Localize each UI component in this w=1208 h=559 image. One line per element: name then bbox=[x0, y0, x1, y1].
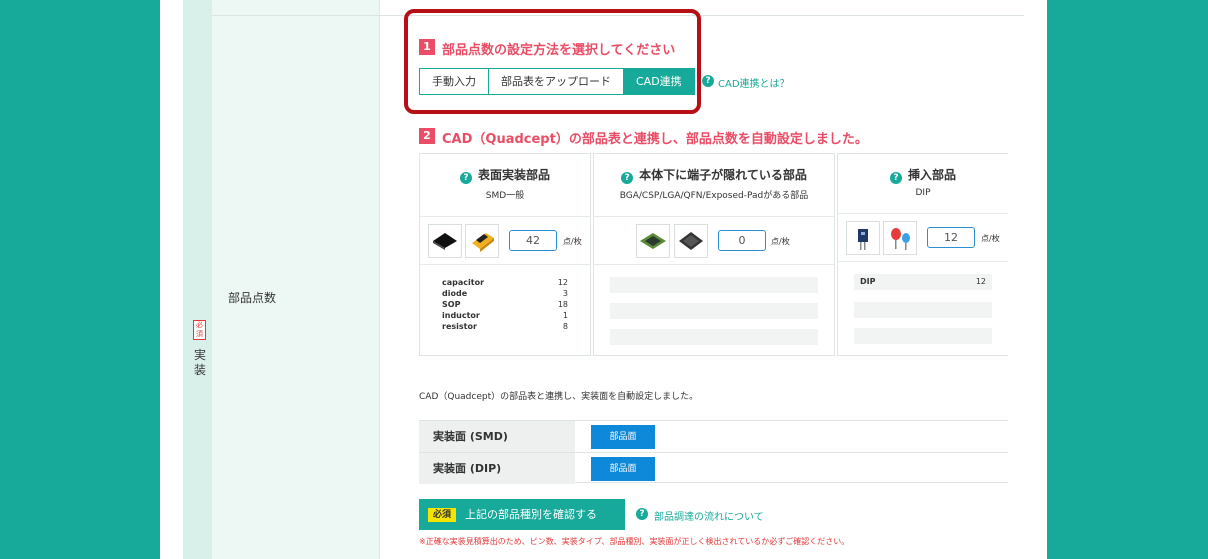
help-icon[interactable]: ? bbox=[621, 172, 634, 184]
auto-setting-note: CAD（Quadcept）の部品表と連携し、実装面を自動設定しました。 bbox=[419, 392, 699, 402]
dip-surface-button[interactable]: 部品面 bbox=[591, 456, 655, 481]
help-icon[interactable]: ? bbox=[889, 172, 902, 184]
category-sub: DIP bbox=[915, 188, 931, 198]
help-icon[interactable]: ? bbox=[636, 508, 648, 520]
parts-count-label: 部品点数 bbox=[228, 291, 277, 305]
mount-label-dip: 実装面 (DIP) bbox=[419, 453, 575, 484]
required-tag: 必須 bbox=[428, 507, 457, 522]
hidden-terminal-count-input[interactable]: 0 bbox=[718, 230, 766, 251]
list-item: capacitor 12 bbox=[442, 278, 568, 287]
category-name: 本体下に端子が隠れている部品 bbox=[639, 168, 807, 182]
procurement-flow-link[interactable]: 部品調達の流れについて bbox=[654, 508, 764, 523]
list-item: resistor 8 bbox=[442, 322, 568, 331]
category-sub: BGA/CSP/LGA/QFN/Exposed-Padがある部品 bbox=[619, 191, 809, 201]
step-2-number: 2 bbox=[419, 128, 435, 144]
confirm-parts-button[interactable]: 必須 上記の部品種別を確認する bbox=[419, 499, 625, 530]
smd-count-input[interactable]: 42 bbox=[509, 230, 557, 251]
category-sub: SMD一般 bbox=[485, 191, 525, 201]
label-column bbox=[212, 0, 380, 559]
dip-count-input[interactable]: 12 bbox=[927, 227, 975, 248]
unit-label: 点/枚 bbox=[771, 237, 790, 246]
category-name: 表面実装部品 bbox=[477, 168, 550, 182]
category-card-dip: ? 挿入部品 DIP 12 点/枚 DIP 12 bbox=[837, 153, 1008, 356]
category-card-hidden-terminal: ? 本体下に端子が隠れている部品 BGA/CSP/LGA/QFN/Exposed-… bbox=[593, 153, 835, 356]
required-column bbox=[183, 0, 212, 559]
cad-link-help[interactable]: CAD連携とは？ bbox=[718, 75, 790, 90]
category-card-smd: ? 表面実装部品 SMD一般 42 点/枚 capacitor 12 diode 3 … bbox=[419, 153, 591, 356]
unit-label: 点/枚 bbox=[981, 234, 1000, 243]
warning-text: ※正確な実装見積算出のため、ピン数、実装タイプ、部品種別、実装面が正しく検出され… bbox=[419, 537, 850, 546]
list-item: SOP 18 bbox=[442, 300, 568, 309]
list-item: inductor 1 bbox=[442, 311, 568, 320]
help-icon[interactable]: ? bbox=[702, 75, 714, 87]
qfn-chip-icon bbox=[674, 224, 708, 258]
transistor-icon bbox=[846, 221, 880, 255]
highlight-frame bbox=[404, 9, 701, 114]
help-icon[interactable]: ? bbox=[459, 172, 472, 184]
table-row: 実装面 (DIP) 部品面 bbox=[419, 453, 1008, 484]
mount-label-smd: 実装面 (SMD) bbox=[419, 421, 575, 452]
category-name: 挿入部品 bbox=[907, 168, 956, 182]
bga-chip-icon bbox=[636, 224, 670, 258]
ic-chip-icon bbox=[428, 224, 462, 258]
mount-surface-table: 実装面 (SMD) 部品面 実装面 (DIP) 部品面 bbox=[419, 420, 1008, 484]
smd-surface-button[interactable]: 部品面 bbox=[591, 424, 655, 449]
led-icon bbox=[883, 221, 917, 255]
tantalum-capacitor-icon bbox=[465, 224, 499, 258]
confirm-label: 上記の部品種別を確認する bbox=[465, 508, 598, 521]
list-item: DIP 12 bbox=[854, 274, 992, 290]
unit-label: 点/枚 bbox=[563, 237, 582, 246]
table-row: 実装面 (SMD) 部品面 bbox=[419, 421, 1008, 453]
parts-list: capacitor 12 diode 3 SOP 18 inductor 1 resis… bbox=[420, 265, 590, 332]
list-item: diode 3 bbox=[442, 289, 568, 298]
required-badge: 必須 bbox=[193, 320, 206, 340]
section-label: 実装 bbox=[194, 348, 207, 377]
step-2-title: CAD（Quadcept）の部品表と連携し、部品点数を自動設定しました。 bbox=[442, 132, 868, 147]
